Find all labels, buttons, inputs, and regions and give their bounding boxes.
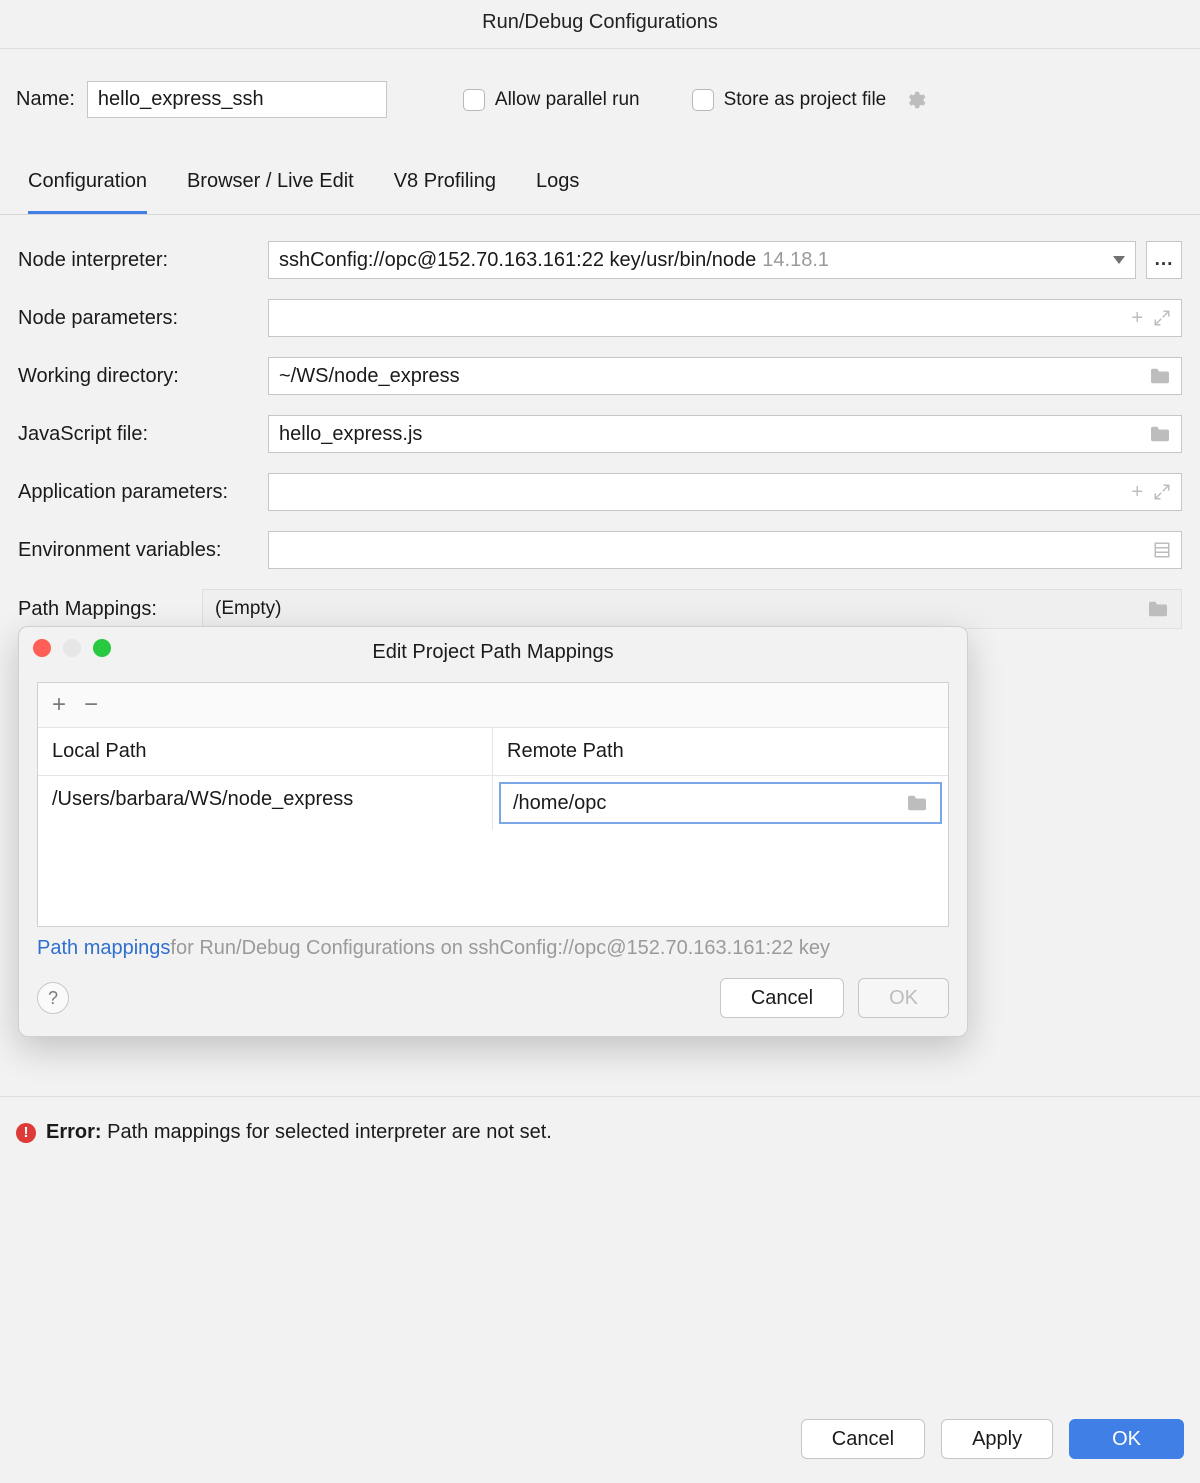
javascript-file-label: JavaScript file: — [18, 423, 268, 446]
application-parameters-label: Application parameters: — [18, 481, 268, 504]
node-interpreter-label: Node interpreter: — [18, 249, 268, 272]
tab-configuration[interactable]: Configuration — [28, 170, 147, 214]
dialog-ok-button[interactable]: OK — [858, 978, 949, 1018]
folder-icon[interactable] — [1149, 367, 1171, 385]
config-form: Node interpreter: sshConfig://opc@152.70… — [0, 215, 1200, 629]
remove-row-button[interactable]: − — [84, 691, 98, 719]
working-directory-input[interactable]: ~/WS/node_express — [268, 357, 1182, 395]
node-interpreter-browse-button[interactable]: ... — [1146, 241, 1182, 279]
minimize-icon — [63, 639, 81, 657]
allow-parallel-run-checkbox[interactable]: Allow parallel run — [463, 89, 640, 111]
remote-path-value: /home/opc — [513, 792, 606, 815]
column-local-path: Local Path — [38, 728, 493, 775]
help-button[interactable]: ? — [37, 982, 69, 1014]
working-directory-label: Working directory: — [18, 365, 268, 388]
dialog-cancel-button[interactable]: Cancel — [720, 978, 844, 1018]
checkbox-icon — [692, 89, 714, 111]
edit-path-mappings-dialog: Edit Project Path Mappings + − Local Pat… — [18, 626, 968, 1037]
node-interpreter-value: sshConfig://opc@152.70.163.161:22 key/us… — [279, 249, 756, 272]
path-mappings-table: + − Local Path Remote Path /Users/barbar… — [37, 682, 949, 927]
cancel-button[interactable]: Cancel — [801, 1419, 925, 1459]
error-icon: ! — [16, 1123, 36, 1143]
gear-icon[interactable] — [904, 89, 926, 111]
error-prefix: Error: — [46, 1121, 102, 1143]
path-mappings-label: Path Mappings: — [18, 598, 202, 621]
node-interpreter-version: 14.18.1 — [762, 249, 829, 272]
application-parameters-input[interactable]: + — [268, 473, 1182, 511]
dialog-title: Edit Project Path Mappings — [372, 641, 613, 663]
folder-icon[interactable] — [1149, 425, 1171, 443]
chevron-down-icon — [1113, 256, 1125, 264]
checkbox-icon — [463, 89, 485, 111]
expand-icon[interactable] — [1153, 483, 1171, 501]
remote-path-input[interactable]: /home/opc — [499, 782, 942, 824]
working-directory-value: ~/WS/node_express — [279, 365, 460, 388]
table-row[interactable]: /Users/barbara/WS/node_express /home/opc — [38, 776, 948, 830]
plus-icon[interactable]: + — [1131, 308, 1143, 328]
tab-logs[interactable]: Logs — [536, 170, 579, 214]
dialog-titlebar: Edit Project Path Mappings — [19, 627, 967, 682]
plus-icon[interactable]: + — [1131, 482, 1143, 502]
tab-browser-live-edit[interactable]: Browser / Live Edit — [187, 170, 354, 214]
javascript-file-value: hello_express.js — [279, 423, 422, 446]
expand-icon[interactable] — [1153, 309, 1171, 327]
path-mappings-value: (Empty) — [215, 598, 282, 620]
name-input[interactable] — [87, 81, 387, 118]
column-remote-path: Remote Path — [493, 728, 948, 775]
allow-parallel-label: Allow parallel run — [495, 89, 640, 111]
path-mappings-field[interactable]: (Empty) — [202, 589, 1182, 629]
environment-variables-input[interactable] — [268, 531, 1182, 569]
node-interpreter-dropdown[interactable]: sshConfig://opc@152.70.163.161:22 key/us… — [268, 241, 1136, 279]
environment-variables-label: Environment variables: — [18, 539, 268, 562]
path-mappings-note: Path mappingsfor Run/Debug Configuration… — [19, 927, 967, 960]
local-path-cell[interactable]: /Users/barbara/WS/node_express — [38, 776, 493, 830]
path-mappings-link[interactable]: Path mappings — [37, 937, 170, 959]
dialog-button-bar: Cancel Apply OK — [0, 1419, 1200, 1459]
zoom-icon[interactable] — [93, 639, 111, 657]
add-row-button[interactable]: + — [52, 691, 66, 719]
name-label: Name: — [16, 88, 75, 111]
ok-button[interactable]: OK — [1069, 1419, 1184, 1459]
list-icon[interactable] — [1153, 541, 1171, 559]
window-controls — [33, 639, 111, 657]
tab-v8-profiling[interactable]: V8 Profiling — [394, 170, 496, 214]
folder-icon[interactable] — [1147, 600, 1169, 618]
folder-icon[interactable] — [906, 794, 928, 812]
node-parameters-label: Node parameters: — [18, 307, 268, 330]
javascript-file-input[interactable]: hello_express.js — [268, 415, 1182, 453]
window-title: Run/Debug Configurations — [0, 0, 1200, 49]
close-icon[interactable] — [33, 639, 51, 657]
store-project-label: Store as project file — [724, 89, 887, 111]
node-parameters-input[interactable]: + — [268, 299, 1182, 337]
name-row: Name: Allow parallel run Store as projec… — [0, 49, 1200, 118]
apply-button[interactable]: Apply — [941, 1419, 1053, 1459]
error-bar: ! Error: Path mappings for selected inte… — [0, 1096, 1200, 1144]
error-message: Path mappings for selected interpreter a… — [102, 1121, 552, 1143]
tab-bar: Configuration Browser / Live Edit V8 Pro… — [0, 118, 1200, 215]
store-as-project-file-checkbox[interactable]: Store as project file — [692, 89, 887, 111]
